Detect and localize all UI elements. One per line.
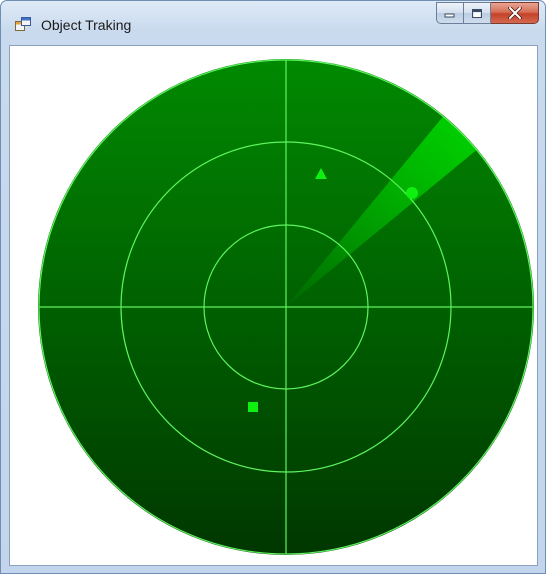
maximize-icon bbox=[472, 8, 482, 18]
title-bar[interactable]: Object Traking bbox=[1, 1, 545, 45]
caption-buttons bbox=[436, 2, 539, 24]
window-title: Object Traking bbox=[41, 17, 132, 33]
app-window-icon bbox=[15, 17, 31, 31]
close-icon bbox=[507, 7, 522, 19]
blip-circle[interactable] bbox=[406, 187, 418, 199]
radar-display bbox=[38, 59, 534, 555]
client-area bbox=[9, 45, 538, 566]
close-button[interactable] bbox=[491, 2, 539, 24]
minimize-icon bbox=[444, 13, 455, 18]
app-window: Object Traking bbox=[0, 0, 546, 574]
blip-square[interactable] bbox=[248, 402, 258, 412]
minimize-button[interactable] bbox=[436, 2, 464, 24]
maximize-button[interactable] bbox=[464, 2, 491, 24]
